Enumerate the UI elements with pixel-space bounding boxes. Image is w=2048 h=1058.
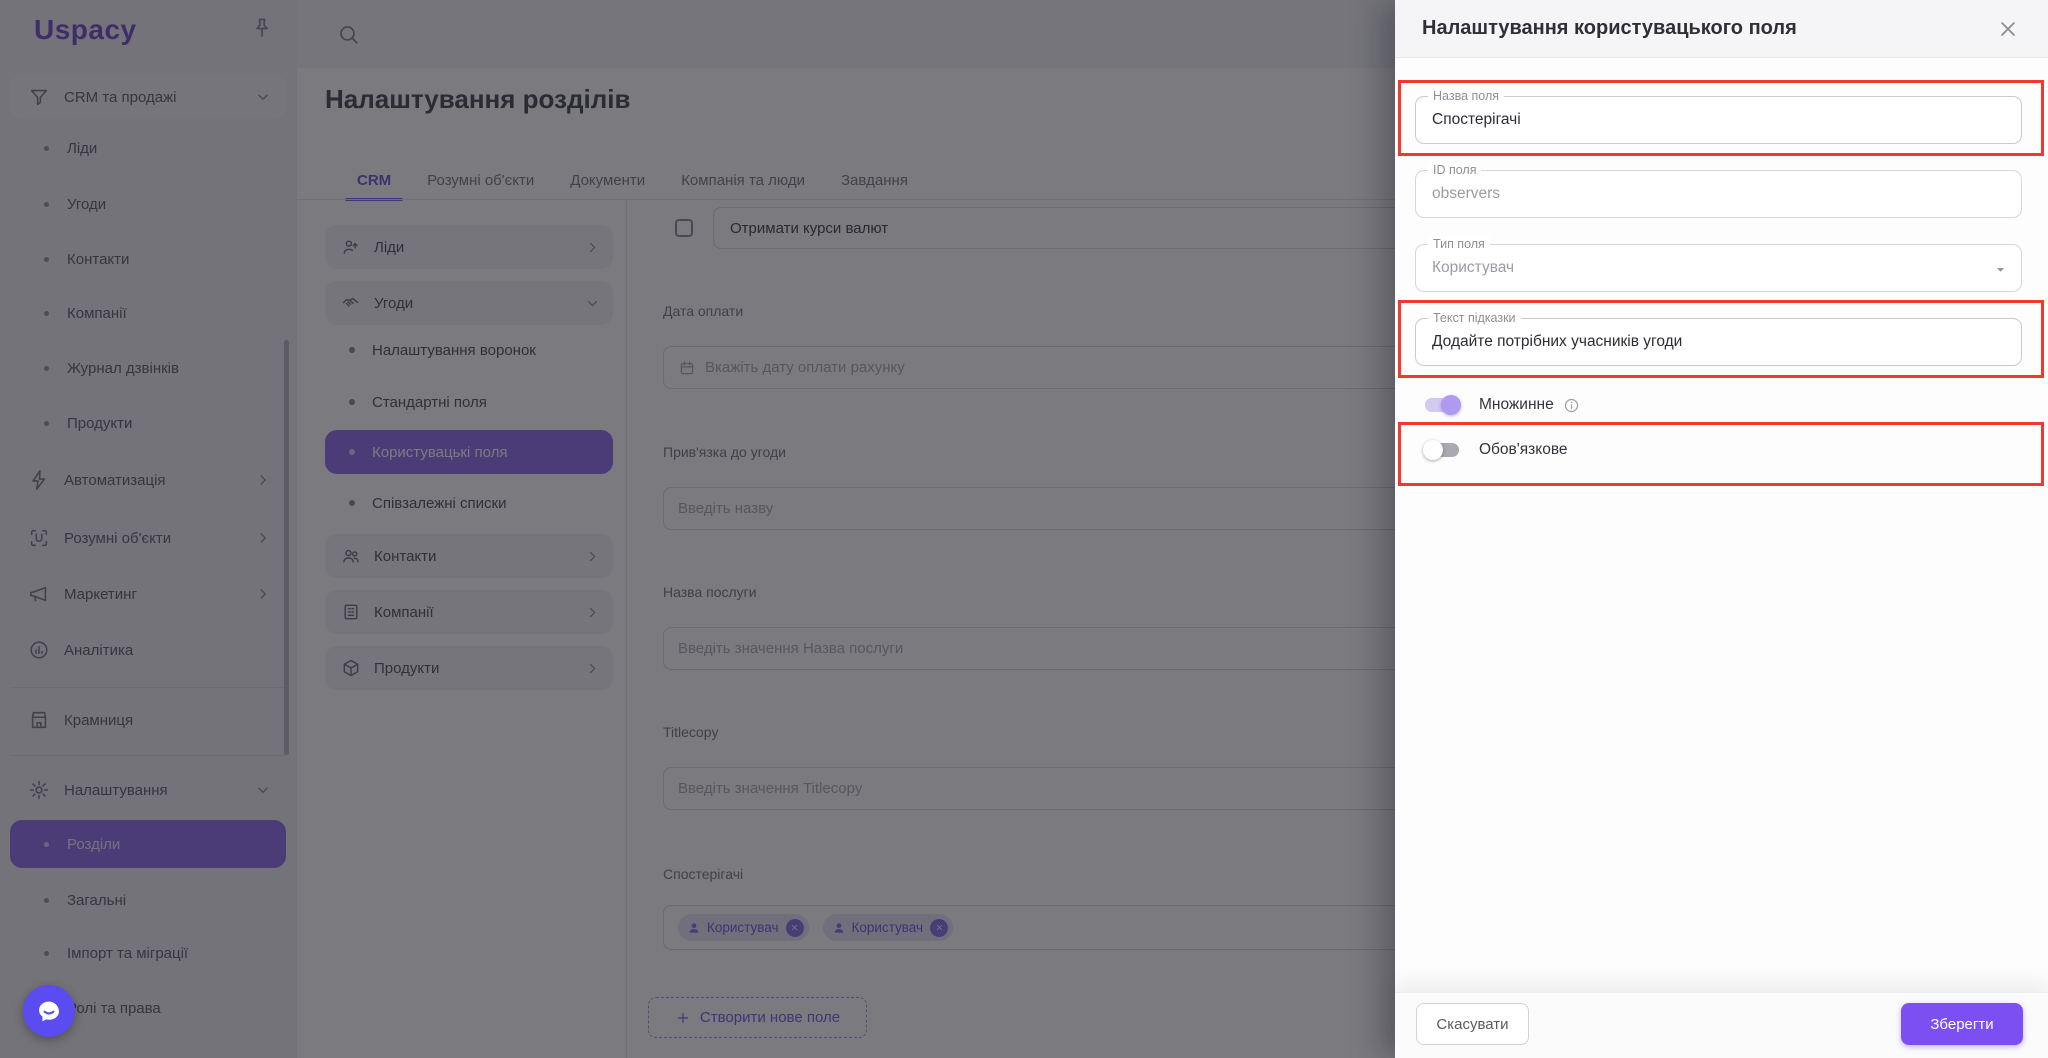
custom-field-settings-modal: Налаштування користувацького поля Назва … [1395, 0, 2048, 1058]
field-id-input [1416, 171, 2021, 217]
field-type-value [1416, 245, 2021, 291]
messenger-icon [39, 1001, 59, 1022]
modal-title: Налаштування користувацького поля [1422, 17, 1797, 39]
multiple-toggle[interactable] [1423, 395, 1461, 415]
save-button[interactable]: Зберегти [1901, 1003, 2023, 1045]
hint-text-field[interactable]: Текст підказки [1415, 310, 2022, 366]
info-icon[interactable] [1563, 397, 1580, 414]
field-name-field[interactable]: Назва поля [1415, 88, 2022, 144]
multiple-toggle-row: Множинне [1423, 393, 1580, 417]
hint-text-input[interactable] [1416, 319, 2021, 365]
dropdown-caret-icon [1992, 261, 2009, 278]
app-screen: Uspacy CRM та продажі Ліди Угоди Контакт… [0, 0, 2048, 1058]
modal-footer: Скасувати Зберегти [1395, 992, 2048, 1058]
field-id-field: ID поля [1415, 162, 2022, 218]
cancel-button[interactable]: Скасувати [1416, 1003, 1529, 1045]
toggle-label: Множинне [1479, 396, 1554, 413]
toggle-label: Обов'язкове [1479, 441, 1568, 458]
required-toggle-row: Обов'язкове [1423, 438, 1568, 462]
required-toggle[interactable] [1423, 440, 1461, 460]
modal-header: Налаштування користувацького поля [1395, 0, 2048, 58]
field-name-input[interactable] [1416, 97, 2021, 143]
field-type-select: Тип поля [1415, 236, 2022, 292]
close-icon[interactable] [1996, 17, 2020, 41]
chat-bubble-button[interactable] [23, 985, 75, 1037]
